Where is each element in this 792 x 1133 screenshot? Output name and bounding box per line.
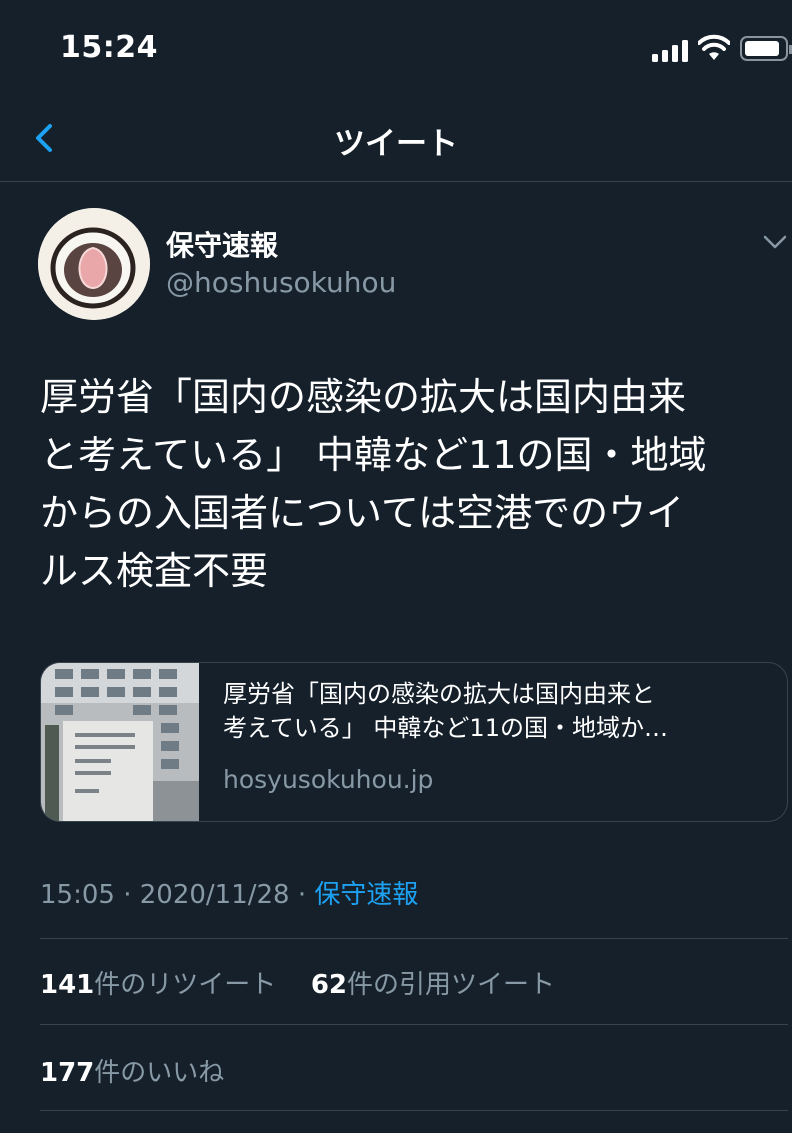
divider (40, 1024, 788, 1025)
divider (40, 1110, 788, 1111)
tweet-time: 15:05 (40, 880, 115, 910)
daifuku-avatar-icon (38, 208, 150, 320)
link-card-title-line: 厚労省「国内の感染の拡大は国内由来と (223, 680, 655, 708)
wifi-icon (698, 34, 730, 60)
tweet-text-line: ルス検査不要 (40, 549, 269, 593)
quotes-count: 62 (310, 970, 348, 1000)
retweets-stat[interactable]: 141件のリツイート (40, 970, 276, 1000)
chevron-down-icon[interactable] (762, 232, 788, 252)
link-card-domain: hosyusokuhou.jp (223, 765, 434, 794)
tweet-text-line: と考えている」 中韓など11の国・地域 (40, 433, 707, 477)
status-time: 15:24 (60, 30, 158, 65)
divider (40, 938, 788, 939)
link-card-title: 厚労省「国内の感染の拡大は国内由来と 考えている」 中韓など11の国・地域か… (223, 677, 775, 745)
quotes-label: 件の引用ツイート (347, 970, 556, 1000)
battery-icon (740, 36, 792, 61)
nav-bar: ツイート (0, 96, 792, 182)
meta-separator: · (114, 880, 140, 910)
link-card-title-line: 考えている」 中韓など11の国・地域か… (223, 714, 668, 742)
page-title: ツイート (334, 126, 458, 162)
likes-count: 177 (40, 1058, 95, 1088)
status-bar: 15:24 (0, 0, 792, 96)
tweet-timestamp: 15:05 · 2020/11/28 · 保守速報 (40, 874, 418, 911)
retweets-count: 141 (40, 970, 95, 1000)
tweet-source-link[interactable]: 保守速報 (314, 880, 418, 910)
likes-stat[interactable]: 177件のいいね (40, 1058, 224, 1088)
quotes-stat[interactable]: 62件の引用ツイート (311, 970, 555, 1000)
retweets-label: 件のリツイート (94, 970, 277, 1000)
author-handle[interactable]: @hoshusokuhou (166, 266, 396, 299)
tweet-date: 2020/11/28 (139, 880, 290, 910)
retweet-stats-row: 141件のリツイート 62件の引用ツイート (40, 964, 555, 1001)
tweet-text: 厚労省「国内の感染の拡大は国内由来 と考えている」 中韓など11の国・地域 から… (40, 368, 788, 600)
building-thumbnail-image (41, 663, 199, 821)
meta-separator: · (289, 880, 315, 910)
likes-label: 件のいいね (94, 1058, 225, 1088)
tweet-text-line: からの入国者については空港でのウイ (40, 491, 685, 535)
author-name[interactable]: 保守速報 (166, 224, 278, 264)
cellular-signal-icon (652, 38, 690, 62)
tweet-text-line: 厚労省「国内の感染の拡大は国内由来 (40, 375, 687, 419)
avatar[interactable] (38, 208, 150, 320)
link-card[interactable]: 厚労省「国内の感染の拡大は国内由来と 考えている」 中韓など11の国・地域か… … (40, 662, 788, 822)
likes-stats-row: 177件のいいね (40, 1052, 224, 1089)
